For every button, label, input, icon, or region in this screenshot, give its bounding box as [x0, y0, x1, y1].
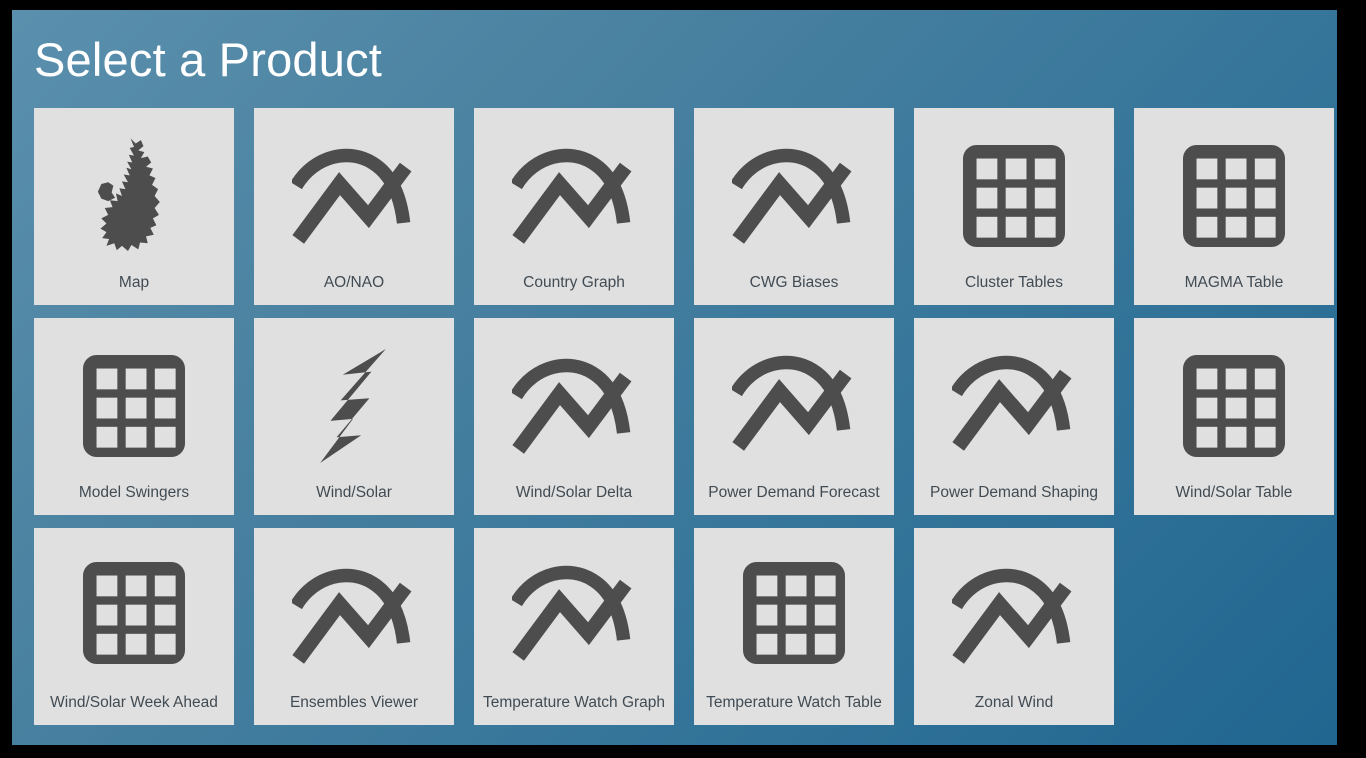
product-tile-label: Wind/Solar Week Ahead: [50, 694, 218, 711]
graph-icon: [482, 330, 666, 482]
product-tile-wind-solar-week-ahead[interactable]: Wind/Solar Week Ahead: [34, 528, 234, 725]
graph-icon: [482, 120, 666, 272]
product-tile-label: Temperature Watch Graph: [482, 694, 666, 711]
product-tile-label: Cluster Tables: [965, 274, 1063, 291]
table-icon: [702, 534, 886, 692]
product-tile-ao-nao[interactable]: AO/NAO: [254, 108, 454, 305]
product-tile-cwg-biases[interactable]: CWG Biases: [694, 108, 894, 305]
product-tile-country-graph[interactable]: Country Graph: [474, 108, 674, 305]
graph-icon: [702, 324, 886, 482]
graph-icon: [922, 324, 1106, 482]
graph-icon: [922, 540, 1106, 692]
table-icon: [922, 120, 1106, 272]
product-tile-cluster-tables[interactable]: Cluster Tables: [914, 108, 1114, 305]
product-tile-power-demand-forecast[interactable]: Power Demand Forecast: [694, 318, 894, 515]
table-icon: [1142, 120, 1326, 272]
product-tile-label: Model Swingers: [78, 484, 190, 501]
product-tile-power-demand-shaping[interactable]: Power Demand Shaping: [914, 318, 1114, 515]
graph-icon: [262, 540, 446, 692]
product-tile-model-swingers[interactable]: Model Swingers: [34, 318, 234, 515]
product-tile-label: Map: [118, 274, 150, 291]
product-tile-map[interactable]: Map: [34, 108, 234, 305]
product-tile-magma-table[interactable]: MAGMA Table: [1134, 108, 1334, 305]
product-tile-label: Country Graph: [523, 274, 625, 291]
graph-icon: [482, 534, 666, 692]
product-tile-label: Wind/Solar: [316, 484, 392, 501]
product-tile-label: Power Demand Shaping: [929, 484, 1099, 501]
product-tile-label: Power Demand Forecast: [708, 484, 880, 501]
table-icon: [1142, 330, 1326, 482]
product-tile-grid: Map AO/NAO Country Graph CWG Biases Cluster …: [12, 83, 1337, 725]
product-tile-wind-solar-delta[interactable]: Wind/Solar Delta: [474, 318, 674, 515]
product-tile-label: Ensembles Viewer: [289, 694, 419, 711]
product-tile-label: Wind/Solar Table: [1175, 484, 1293, 501]
graph-icon: [702, 120, 886, 272]
product-tile-temperature-watch-table[interactable]: Temperature Watch Table: [694, 528, 894, 725]
product-tile-label: Wind/Solar Delta: [515, 484, 633, 501]
product-tile-label: AO/NAO: [323, 274, 385, 291]
product-tile-ensembles-viewer[interactable]: Ensembles Viewer: [254, 528, 454, 725]
page-title: Select a Product: [34, 33, 383, 86]
lightning-bolt-icon: [262, 330, 446, 482]
product-tile-label: MAGMA Table: [1184, 274, 1284, 291]
table-icon: [42, 330, 226, 482]
graph-icon: [262, 120, 446, 272]
product-tile-wind-solar[interactable]: Wind/Solar: [254, 318, 454, 515]
product-tile-label: Temperature Watch Table: [706, 694, 882, 711]
table-icon: [42, 534, 226, 692]
uk-map-icon: [42, 120, 226, 272]
product-tile-label: CWG Biases: [749, 274, 839, 291]
product-tile-zonal-wind[interactable]: Zonal Wind: [914, 528, 1114, 725]
empty-grid-slot: [1134, 528, 1334, 725]
product-tile-temperature-watch-graph[interactable]: Temperature Watch Graph: [474, 528, 674, 725]
product-selector-page: Select a Product Map AO/NAO Country Graph C…: [12, 10, 1337, 745]
product-tile-label: Zonal Wind: [974, 694, 1054, 711]
product-tile-wind-solar-table[interactable]: Wind/Solar Table: [1134, 318, 1334, 515]
